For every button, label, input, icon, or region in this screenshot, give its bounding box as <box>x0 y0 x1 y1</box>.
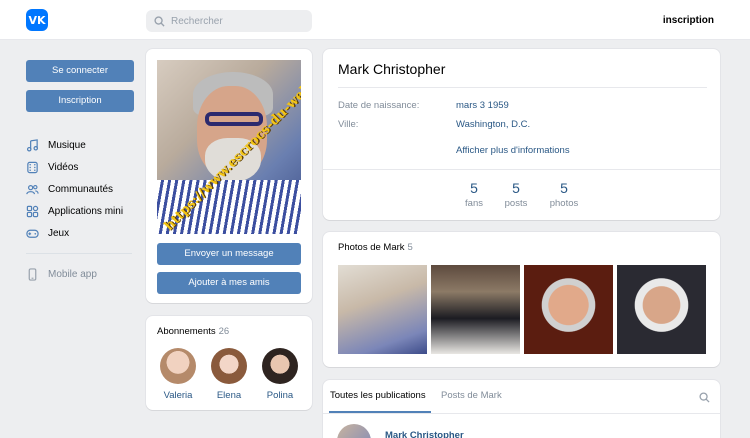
avatar <box>262 348 298 384</box>
subscriptions-title[interactable]: Abonnements 26 <box>157 326 229 337</box>
nav-item-label: Musique <box>48 139 86 151</box>
photo-thumbnail[interactable] <box>431 265 520 354</box>
city-value[interactable]: Washington, D.C. <box>456 119 530 130</box>
communities-icon <box>26 184 39 194</box>
top-bar: VK inscription <box>0 0 750 40</box>
counter-value: 5 <box>470 180 478 196</box>
counter-label: photos <box>549 198 579 209</box>
photo-glasses <box>205 112 263 126</box>
birth-value[interactable]: mars 3 1959 <box>456 100 509 111</box>
subscription-item[interactable]: Elena <box>207 348 251 401</box>
tab-mark-posts[interactable]: Posts de Mark <box>441 390 502 401</box>
divider <box>323 169 720 170</box>
photos-card: Photos de Mark 5 <box>323 232 720 367</box>
nav-item-label: Mobile app <box>48 268 97 280</box>
nav-item-label: Communautés <box>48 183 114 195</box>
register-button[interactable]: Inscription <box>26 90 134 112</box>
photo-thumbnail[interactable] <box>338 265 427 354</box>
photo-thumbnail[interactable] <box>524 265 613 354</box>
vk-logo-icon[interactable]: VK <box>26 9 48 31</box>
post-author-name[interactable]: Mark Christopher <box>385 430 464 438</box>
search-icon[interactable] <box>699 392 710 403</box>
phone-icon <box>28 267 37 281</box>
tab-all-posts[interactable]: Toutes les publications <box>330 390 426 401</box>
city-row: Ville: Washington, D.C. <box>338 119 530 130</box>
nav-item-communities[interactable]: Communautés <box>26 178 135 200</box>
login-button[interactable]: Se connecter <box>26 60 134 82</box>
signup-link[interactable]: inscription <box>663 15 714 26</box>
subscription-item[interactable]: Polina <box>258 348 302 401</box>
subscription-name: Elena <box>216 390 242 401</box>
photos-count: 5 <box>407 242 413 253</box>
profile-photo[interactable]: https://www.escrocs-du-web.fr <box>157 60 301 234</box>
gamepad-icon <box>26 229 39 238</box>
nav-item-mobile-app[interactable]: Mobile app <box>26 263 135 285</box>
subscription-item[interactable]: Valeria <box>156 348 200 401</box>
counter-photos[interactable]: 5 photos <box>544 180 584 209</box>
subscription-name: Polina <box>266 390 294 401</box>
counter-fans[interactable]: 5 fans <box>454 180 494 209</box>
send-message-button[interactable]: Envoyer un message <box>157 243 301 265</box>
nav-item-games[interactable]: Jeux <box>26 222 135 244</box>
counter-value: 5 <box>512 180 520 196</box>
left-nav: Se connecter Inscription Musique Vidéos … <box>26 60 135 285</box>
counter-label: fans <box>465 198 483 209</box>
counter-value: 5 <box>560 180 568 196</box>
profile-name: Mark Christopher <box>338 61 446 77</box>
music-icon <box>26 138 39 151</box>
nav-item-videos[interactable]: Vidéos <box>26 156 135 178</box>
counter-posts[interactable]: 5 posts <box>496 180 536 209</box>
video-icon <box>27 161 38 173</box>
birth-label: Date de naissance: <box>338 100 420 111</box>
feed-card: Toutes les publications Posts de Mark Ma… <box>323 380 720 438</box>
profile-card: https://www.escrocs-du-web.fr Envoyer un… <box>146 49 312 303</box>
counter-label: posts <box>504 198 528 209</box>
search-box[interactable] <box>146 10 312 32</box>
show-more-info-link[interactable]: Afficher plus d'informations <box>456 145 570 156</box>
nav-item-music[interactable]: Musique <box>26 134 135 156</box>
subscriptions-label: Abonnements <box>157 326 216 337</box>
photos-label: Photos de Mark <box>338 242 405 253</box>
nav-item-label: Applications mini <box>48 205 124 217</box>
subscriptions-card: Abonnements 26 Valeria Elena Polina <box>146 316 312 410</box>
avatar <box>160 348 196 384</box>
add-friend-button[interactable]: Ajouter à mes amis <box>157 272 301 294</box>
apps-icon <box>26 205 39 217</box>
nav-divider <box>26 253 132 254</box>
photo-thumbnail[interactable] <box>617 265 706 354</box>
search-icon <box>154 15 165 27</box>
divider <box>323 413 720 414</box>
info-card: Mark Christopher Date de naissance: mars … <box>323 49 720 220</box>
subscriptions-count: 26 <box>218 326 230 337</box>
nav-item-apps[interactable]: Applications mini <box>26 200 135 222</box>
nav-list: Musique Vidéos Communautés Applications … <box>26 134 135 285</box>
city-label: Ville: <box>338 119 359 130</box>
nav-item-label: Vidéos <box>48 161 79 173</box>
avatar <box>211 348 247 384</box>
divider <box>338 87 707 88</box>
subscription-name: Valeria <box>163 390 193 401</box>
photos-title[interactable]: Photos de Mark 5 <box>338 242 413 253</box>
avatar[interactable] <box>337 424 371 438</box>
search-input[interactable] <box>171 15 301 27</box>
nav-item-label: Jeux <box>48 227 70 239</box>
birth-row: Date de naissance: mars 3 1959 <box>338 100 509 111</box>
